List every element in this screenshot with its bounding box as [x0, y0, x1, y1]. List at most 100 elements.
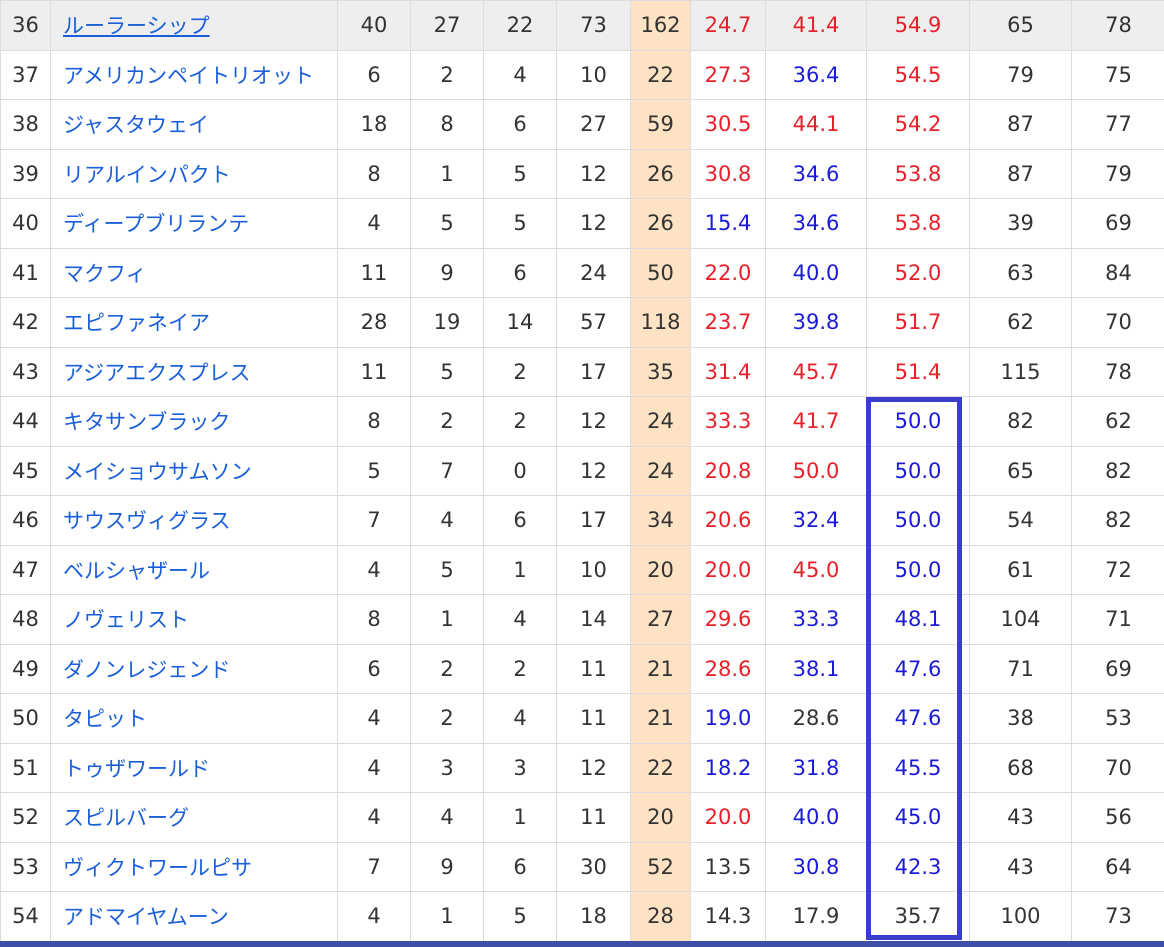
show-return-cell: 71	[1071, 594, 1164, 645]
total-runs-cell: 21	[630, 643, 691, 694]
horse-name-link[interactable]: アジアエクスプレス	[63, 361, 251, 385]
table-row: 46 サウスヴィグラス 7 4 6 17 34 20.6 32.4 50.0 54 82	[0, 495, 1164, 546]
show-rate-cell: 53.8	[866, 148, 970, 199]
total-runs-cell: 21	[630, 693, 691, 744]
total-runs-cell: 34	[630, 495, 691, 546]
wins-1st-cell: 4	[337, 198, 411, 249]
horse-name-link[interactable]: メイショウサムソン	[63, 460, 252, 484]
horse-name-link[interactable]: マクフィ	[63, 262, 147, 286]
win-rate-cell: 20.8	[690, 445, 766, 496]
win-rate-cell: 20.0	[690, 544, 766, 595]
horse-name-link[interactable]: タピット	[63, 707, 147, 731]
win-return-cell: 100	[969, 891, 1072, 942]
win-return-cell: 43	[969, 841, 1072, 892]
count-3rd-cell: 2	[483, 643, 557, 694]
wins-1st-cell: 7	[337, 841, 411, 892]
table-row: 39 リアルインパクト 8 1 5 12 26 30.8 34.6 53.8 87 79	[0, 148, 1164, 199]
horse-name-cell: リアルインパクト	[50, 148, 338, 199]
win-rate-cell: 24.7	[690, 0, 766, 51]
count-2nd-cell: 9	[410, 841, 484, 892]
rank-cell: 40	[0, 198, 51, 249]
win-rate-cell: 18.2	[690, 742, 766, 793]
place-rate-cell: 36.4	[765, 49, 867, 100]
horse-name-link[interactable]: トゥザワールド	[63, 757, 210, 781]
win-return-cell: 63	[969, 247, 1072, 298]
table-row: 36 ルーラーシップ 40 27 22 73 162 24.7 41.4 54.9 65 78	[0, 0, 1164, 51]
win-rate-cell: 29.6	[690, 594, 766, 645]
count-other-cell: 27	[556, 99, 631, 150]
show-return-cell: 70	[1071, 297, 1164, 348]
total-runs-cell: 35	[630, 346, 691, 397]
win-return-cell: 65	[969, 445, 1072, 496]
horse-name-cell: ジャスタウェイ	[50, 99, 338, 150]
show-return-cell: 82	[1071, 445, 1164, 496]
show-rate-cell: 47.6	[866, 693, 970, 744]
count-2nd-cell: 7	[410, 445, 484, 496]
horse-name-link[interactable]: リアルインパクト	[63, 163, 231, 187]
show-return-cell: 79	[1071, 148, 1164, 199]
place-rate-cell: 39.8	[765, 297, 867, 348]
count-other-cell: 12	[556, 396, 631, 447]
wins-1st-cell: 7	[337, 495, 411, 546]
horse-name-link[interactable]: ベルシャザール	[63, 559, 210, 583]
win-return-cell: 79	[969, 49, 1072, 100]
horse-name-link[interactable]: サウスヴィグラス	[63, 509, 231, 533]
count-3rd-cell: 22	[483, 0, 557, 51]
table-row: 49 ダノンレジェンド 6 2 2 11 21 28.6 38.1 47.6 71 69	[0, 643, 1164, 694]
count-3rd-cell: 2	[483, 346, 557, 397]
horse-name-cell: キタサンブラック	[50, 396, 338, 447]
horse-name-link[interactable]: アメリカンペイトリオット	[63, 64, 314, 88]
horse-name-cell: メイショウサムソン	[50, 445, 338, 496]
place-rate-cell: 50.0	[765, 445, 867, 496]
show-rate-cell: 50.0	[866, 396, 970, 447]
horse-name-cell: アドマイヤムーン	[50, 891, 338, 942]
table-row: 51 トゥザワールド 4 3 3 12 22 18.2 31.8 45.5 68 70	[0, 742, 1164, 793]
count-other-cell: 18	[556, 891, 631, 942]
count-other-cell: 57	[556, 297, 631, 348]
horse-name-link[interactable]: アドマイヤムーン	[63, 905, 229, 929]
total-runs-cell: 24	[630, 396, 691, 447]
win-rate-cell: 27.3	[690, 49, 766, 100]
total-runs-cell: 28	[630, 891, 691, 942]
count-2nd-cell: 27	[410, 0, 484, 51]
count-other-cell: 10	[556, 544, 631, 595]
horse-name-link[interactable]: ノヴェリスト	[63, 608, 189, 632]
table-row: 54 アドマイヤムーン 4 1 5 18 28 14.3 17.9 35.7 100 73	[0, 891, 1164, 942]
sire-stats-table: 36 ルーラーシップ 40 27 22 73 162 24.7 41.4 54.9 65 78 37 アメ…	[0, 0, 1164, 942]
rank-cell: 50	[0, 693, 51, 744]
wins-1st-cell: 4	[337, 742, 411, 793]
horse-name-cell: スピルバーグ	[50, 792, 338, 843]
horse-name-link[interactable]: エピファネイア	[63, 311, 210, 335]
horse-name-link[interactable]: キタサンブラック	[63, 410, 230, 434]
show-rate-cell: 53.8	[866, 198, 970, 249]
horse-name-link[interactable]: ディープブリランテ	[63, 212, 249, 236]
show-return-cell: 69	[1071, 198, 1164, 249]
win-return-cell: 61	[969, 544, 1072, 595]
count-other-cell: 14	[556, 594, 631, 645]
count-2nd-cell: 19	[410, 297, 484, 348]
place-rate-cell: 33.3	[765, 594, 867, 645]
table-row: 45 メイショウサムソン 5 7 0 12 24 20.8 50.0 50.0 65 82	[0, 445, 1164, 496]
show-rate-cell: 42.3	[866, 841, 970, 892]
horse-name-link[interactable]: ヴィクトワールピサ	[63, 856, 252, 880]
horse-name-cell: サウスヴィグラス	[50, 495, 338, 546]
horse-name-link[interactable]: ジャスタウェイ	[63, 113, 209, 137]
table-row: 40 ディープブリランテ 4 5 5 12 26 15.4 34.6 53.8 39 69	[0, 198, 1164, 249]
count-2nd-cell: 8	[410, 99, 484, 150]
horse-name-link[interactable]: ルーラーシップ	[63, 14, 210, 38]
horse-name-link[interactable]: スピルバーグ	[63, 806, 189, 830]
show-rate-cell: 50.0	[866, 495, 970, 546]
win-return-cell: 82	[969, 396, 1072, 447]
horse-name-cell: ルーラーシップ	[50, 0, 338, 51]
horse-name-cell: ベルシャザール	[50, 544, 338, 595]
total-runs-cell: 52	[630, 841, 691, 892]
show-rate-cell: 54.5	[866, 49, 970, 100]
win-rate-cell: 20.0	[690, 792, 766, 843]
count-2nd-cell: 4	[410, 792, 484, 843]
rank-cell: 42	[0, 297, 51, 348]
horse-name-link[interactable]: ダノンレジェンド	[63, 658, 230, 682]
wins-1st-cell: 11	[337, 346, 411, 397]
total-runs-cell: 50	[630, 247, 691, 298]
place-rate-cell: 41.7	[765, 396, 867, 447]
count-3rd-cell: 6	[483, 841, 557, 892]
